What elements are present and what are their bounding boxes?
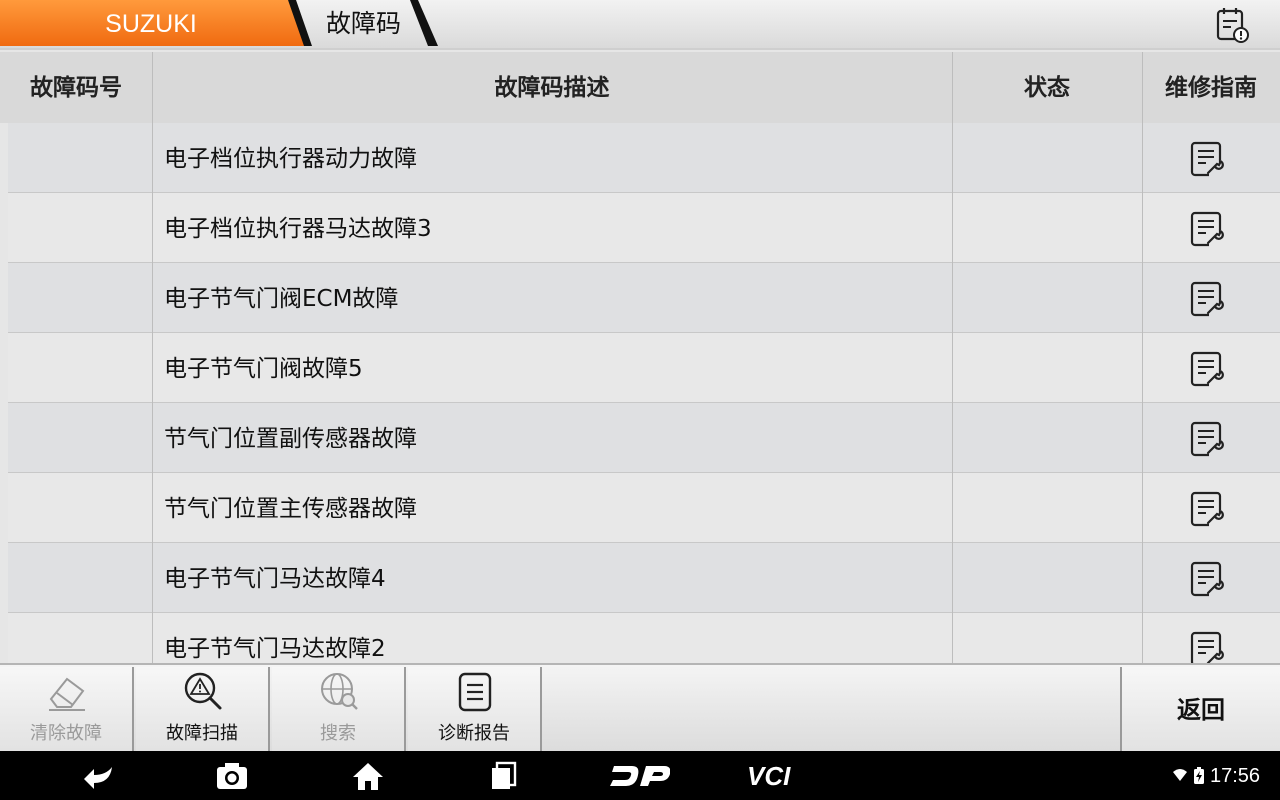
breadcrumb-brand-label: SUZUKI — [105, 10, 197, 38]
row-description: 电子节气门阀ECM故障 — [164, 286, 399, 312]
fault-scan-button[interactable]: 故障扫描 — [136, 667, 270, 751]
svg-text:VCI: VCI — [747, 761, 791, 791]
page-title: 故障码 — [326, 9, 402, 38]
globe-search-icon — [321, 673, 358, 710]
wifi-icon — [1173, 769, 1187, 781]
column-header-guide: 维修指南 — [1165, 75, 1257, 101]
column-divider — [152, 52, 153, 663]
row-description: 节气门位置副传感器故障 — [164, 426, 417, 452]
table-header: 故障码号 故障码描述 状态 维修指南 — [0, 52, 1280, 123]
breadcrumb-page: 故障码 — [300, 0, 445, 46]
table-row[interactable]: 电子节气门阀ECM故障 — [8, 263, 1280, 333]
recent-apps-icon[interactable] — [489, 761, 519, 791]
repair-guide-button[interactable] — [1190, 209, 1226, 249]
repair-guide-button[interactable] — [1190, 489, 1226, 529]
warning-magnifier-icon — [184, 672, 222, 710]
fault-code-table: 故障码号 故障码描述 状态 维修指南 电子档位执行器动力故障 电子档位执行器马达… — [0, 52, 1280, 663]
search-label: 搜索 — [320, 723, 356, 744]
dp-logo-icon[interactable] — [610, 761, 670, 791]
clear-faults-button[interactable]: 清除故障 — [0, 667, 134, 751]
column-divider — [1142, 52, 1143, 663]
table-row[interactable]: 电子节气门马达故障4 — [8, 543, 1280, 613]
fault-scan-label: 故障扫描 — [166, 723, 238, 744]
row-description: 电子档位执行器马达故障3 — [164, 216, 432, 242]
table-row[interactable]: 节气门位置主传感器故障 — [8, 473, 1280, 543]
repair-guide-button[interactable] — [1190, 559, 1226, 599]
table-row[interactable]: 电子档位执行器动力故障 — [8, 123, 1280, 193]
repair-guide-icon — [1190, 281, 1224, 317]
row-description: 电子档位执行器动力故障 — [164, 146, 417, 172]
table-row[interactable]: 电子档位执行器马达故障3 — [8, 193, 1280, 263]
clock: 17:56 — [1210, 765, 1261, 787]
repair-guide-icon — [1190, 631, 1224, 663]
column-header-code: 故障码号 — [30, 75, 122, 101]
document-icon — [458, 672, 492, 712]
table-row[interactable]: 电子节气门马达故障2 — [8, 613, 1280, 663]
column-header-status: 状态 — [1024, 75, 1070, 101]
battery-charging-icon — [1194, 767, 1204, 784]
row-description: 电子节气门马达故障2 — [164, 636, 386, 662]
breadcrumb-brand[interactable]: SUZUKI — [0, 0, 312, 46]
repair-guide-icon — [1190, 141, 1224, 177]
repair-guide-icon — [1190, 491, 1224, 527]
eraser-icon — [49, 677, 85, 711]
repair-guide-button[interactable] — [1190, 279, 1226, 319]
table-row[interactable]: 节气门位置副传感器故障 — [8, 403, 1280, 473]
bottom-toolbar: 清除故障 故障扫描 搜索 诊断报告 返回 — [0, 663, 1280, 751]
back-arrow-icon[interactable] — [80, 761, 116, 791]
home-icon[interactable] — [351, 761, 385, 791]
diagnostic-report-label: 诊断报告 — [438, 723, 510, 744]
row-description: 节气门位置主传感器故障 — [164, 496, 417, 522]
column-divider — [952, 52, 953, 663]
back-button[interactable]: 返回 — [1120, 667, 1280, 751]
vci-logo-icon[interactable]: VCI — [745, 761, 809, 791]
clear-faults-label: 清除故障 — [30, 723, 102, 744]
diagnostic-report-button[interactable]: 诊断报告 — [408, 667, 542, 751]
repair-guide-button[interactable] — [1190, 419, 1226, 459]
repair-guide-button[interactable] — [1190, 139, 1226, 179]
repair-guide-icon — [1190, 211, 1224, 247]
camera-icon[interactable] — [215, 761, 249, 791]
table-row[interactable]: 电子节气门阀故障5 — [8, 333, 1280, 403]
android-nav-bar: VCI 17:56 — [0, 751, 1280, 800]
column-header-description: 故障码描述 — [494, 75, 610, 101]
repair-guide-button[interactable] — [1190, 629, 1226, 663]
report-button[interactable] — [1212, 5, 1252, 45]
search-button[interactable]: 搜索 — [272, 667, 406, 751]
row-description: 电子节气门阀故障5 — [164, 356, 363, 382]
row-description: 电子节气门马达故障4 — [164, 566, 386, 592]
repair-guide-icon — [1190, 421, 1224, 457]
repair-guide-icon — [1190, 561, 1224, 597]
repair-guide-icon — [1190, 351, 1224, 387]
repair-guide-button[interactable] — [1190, 349, 1226, 389]
title-bar: SUZUKI 故障码 — [0, 0, 1280, 50]
report-icon — [1216, 8, 1249, 43]
